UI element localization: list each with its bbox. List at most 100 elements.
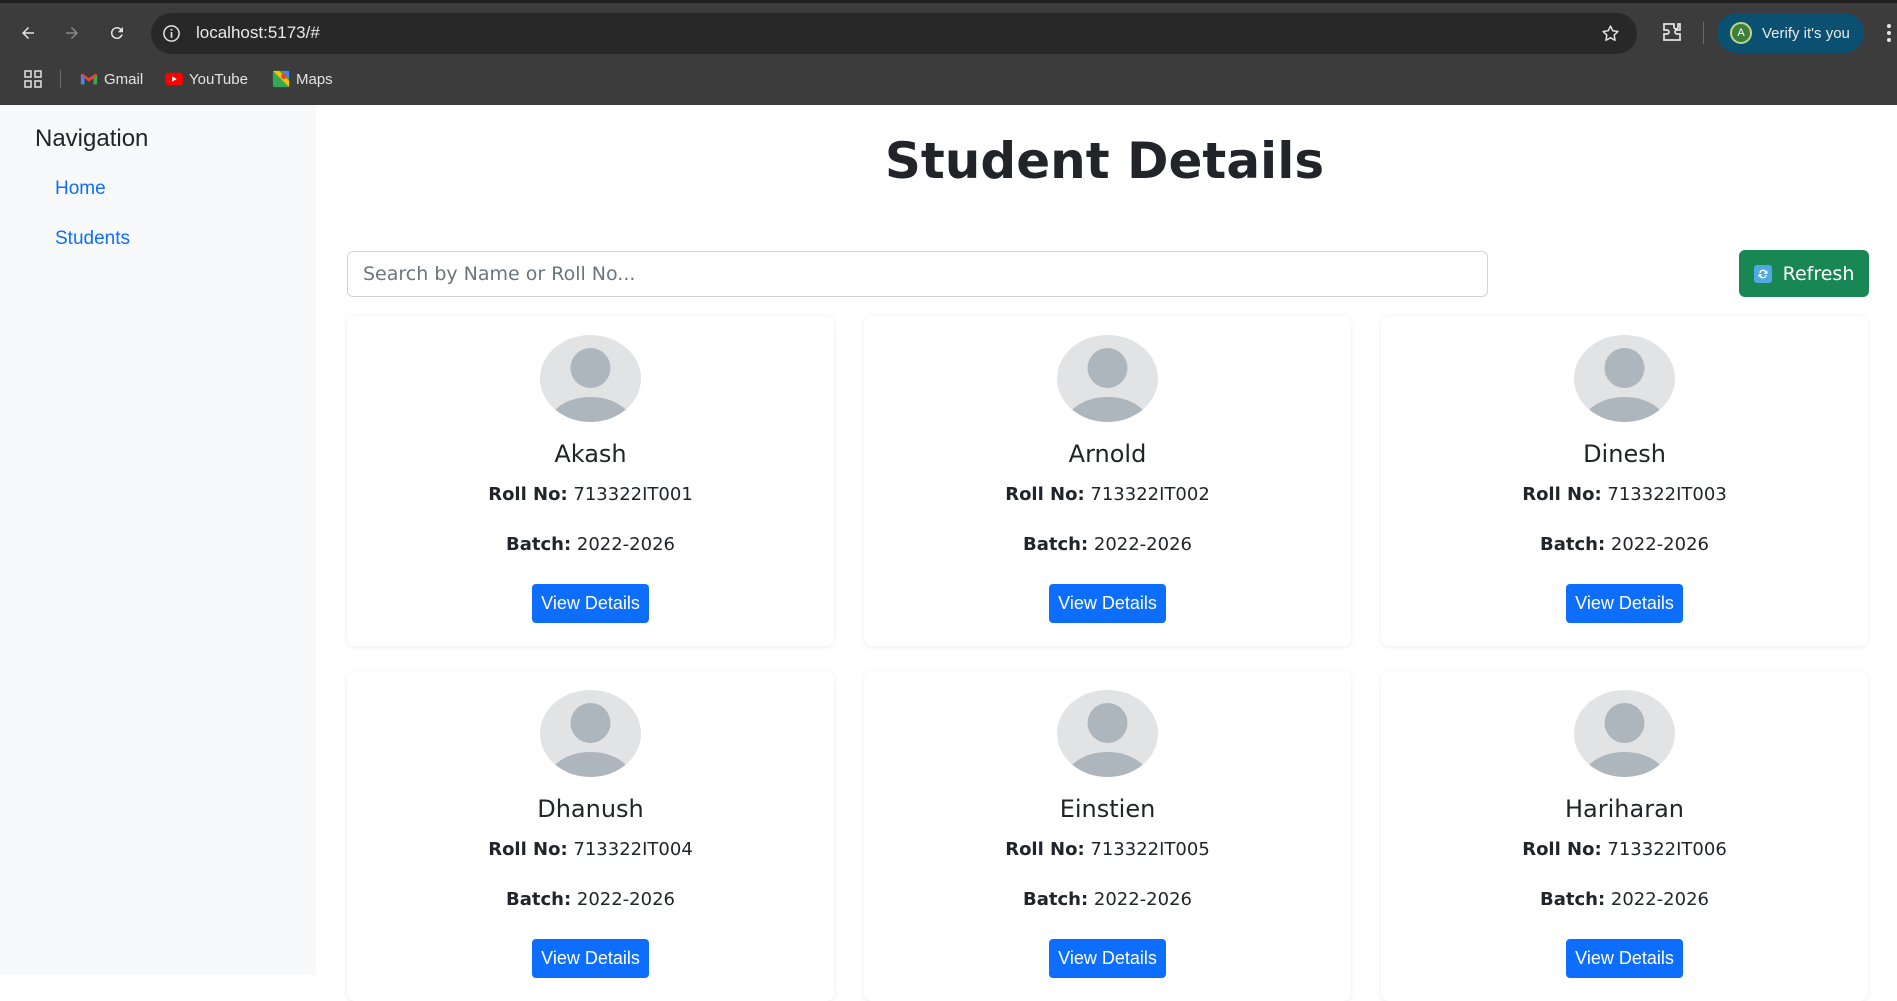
avatar: A — [1730, 22, 1752, 44]
sidebar-item-home[interactable]: Home — [55, 178, 106, 200]
bookmark-maps[interactable]: Maps — [272, 66, 333, 92]
bookmark-gmail[interactable]: Gmail — [80, 66, 143, 92]
extensions-icon[interactable] — [1660, 20, 1684, 44]
batch-label: Batch: — [505, 889, 572, 910]
avatar-placeholder-icon — [1057, 335, 1158, 422]
student-card: Hariharan Roll No: 713322IT006 Batch: 2022… — [1381, 671, 1868, 1001]
batch-value: 2022-2026 — [576, 889, 675, 910]
reload-button[interactable] — [104, 20, 130, 46]
batch-value: 2022-2026 — [1093, 534, 1192, 555]
profile-label: Verify it's you — [1762, 24, 1850, 42]
reload-icon — [110, 27, 123, 40]
batch-label: Batch: — [1539, 889, 1606, 910]
bookmark-label: Maps — [296, 70, 333, 88]
address-bar[interactable]: localhost:5173/# — [151, 13, 1637, 54]
student-roll: Roll No: 713322IT004 — [347, 839, 834, 860]
youtube-icon — [165, 72, 183, 86]
bookmark-label: Gmail — [104, 70, 144, 88]
student-card: Einstien Roll No: 713322IT005 Batch: 2022-… — [864, 671, 1351, 1001]
avatar-placeholder-icon — [540, 690, 641, 777]
view-details-button[interactable]: View Details — [1566, 584, 1683, 623]
bookmarks-divider — [60, 70, 61, 88]
student-name: Akash — [554, 440, 627, 468]
site-info-icon[interactable] — [162, 24, 181, 43]
bookmark-star-icon[interactable] — [1600, 23, 1621, 44]
apps-grid-icon[interactable] — [23, 69, 43, 89]
student-roll: Roll No: 713322IT002 — [864, 484, 1351, 505]
student-name: Hariharan — [1565, 795, 1684, 823]
student-batch: Batch: 2022-2026 — [864, 889, 1351, 910]
roll-label: Roll No: — [488, 839, 568, 860]
avatar-placeholder-icon — [1057, 690, 1158, 777]
bookmark-youtube[interactable]: YouTube — [165, 66, 248, 92]
student-batch: Batch: 2022-2026 — [347, 534, 834, 555]
forward-button[interactable] — [59, 20, 85, 46]
batch-label: Batch: — [505, 534, 572, 555]
student-batch: Batch: 2022-2026 — [1381, 889, 1868, 910]
gmail-icon — [80, 73, 98, 85]
view-details-button[interactable]: View Details — [1049, 939, 1166, 978]
student-batch: Batch: 2022-2026 — [864, 534, 1351, 555]
refresh-label: Refresh — [1782, 262, 1855, 285]
student-batch: Batch: 2022-2026 — [1381, 534, 1868, 555]
student-name: Dinesh — [1583, 440, 1666, 468]
avatar-placeholder-icon — [540, 335, 641, 422]
student-card: Dinesh Roll No: 713322IT003 Batch: 2022-20… — [1381, 316, 1868, 646]
roll-label: Roll No: — [488, 484, 568, 505]
student-card: Akash Roll No: 713322IT001 Batch: 2022-202… — [347, 316, 834, 646]
more-menu-icon[interactable] — [1884, 20, 1894, 46]
maps-icon — [272, 70, 290, 88]
refresh-icon — [1753, 264, 1772, 283]
view-details-button[interactable]: View Details — [532, 584, 649, 623]
roll-value: 713322IT001 — [573, 484, 693, 505]
batch-label: Batch: — [1022, 534, 1089, 555]
sidebar: Navigation Home Students — [0, 105, 316, 975]
student-batch: Batch: 2022-2026 — [347, 889, 834, 910]
student-roll: Roll No: 713322IT005 — [864, 839, 1351, 860]
student-card: Dhanush Roll No: 713322IT004 Batch: 2022-2… — [347, 671, 834, 1001]
url-text[interactable]: localhost:5173/# — [196, 23, 320, 43]
main-content: Student Details Refresh Akash Roll No: 71… — [316, 105, 1897, 1001]
view-details-button[interactable]: View Details — [1049, 584, 1166, 623]
student-name: Dhanush — [537, 795, 644, 823]
student-name: Arnold — [1068, 440, 1147, 468]
batch-value: 2022-2026 — [1610, 889, 1709, 910]
student-roll: Roll No: 713322IT003 — [1381, 484, 1868, 505]
roll-value: 713322IT006 — [1607, 839, 1727, 860]
bookmarks-bar: Gmail YouTube Maps — [0, 66, 1897, 94]
roll-value: 713322IT005 — [1090, 839, 1210, 860]
browser-chrome: localhost:5173/# A Verify it's you Gmail — [0, 0, 1897, 105]
toolbar-divider — [1703, 22, 1704, 44]
batch-label: Batch: — [1022, 889, 1089, 910]
batch-value: 2022-2026 — [1093, 889, 1192, 910]
roll-label: Roll No: — [1522, 484, 1602, 505]
roll-value: 713322IT004 — [573, 839, 693, 860]
batch-value: 2022-2026 — [1610, 534, 1709, 555]
refresh-button[interactable]: Refresh — [1739, 250, 1869, 297]
student-roll: Roll No: 713322IT006 — [1381, 839, 1868, 860]
page-viewport: Navigation Home Students Student Details… — [0, 105, 1897, 1001]
batch-value: 2022-2026 — [576, 534, 675, 555]
page-title: Student Details — [316, 132, 1897, 190]
view-details-button[interactable]: View Details — [1566, 939, 1683, 978]
sidebar-title: Navigation — [35, 125, 149, 152]
page-title-text: Student Details — [884, 132, 1325, 190]
back-button[interactable] — [15, 20, 41, 46]
batch-label: Batch: — [1539, 534, 1606, 555]
tab-strip — [0, 0, 1897, 3]
roll-value: 713322IT003 — [1607, 484, 1727, 505]
roll-label: Roll No: — [1005, 484, 1085, 505]
profile-button[interactable]: A Verify it's you — [1717, 13, 1864, 53]
roll-label: Roll No: — [1005, 839, 1085, 860]
bookmark-label: YouTube — [189, 70, 248, 88]
back-arrow-icon — [22, 27, 34, 39]
avatar-placeholder-icon — [1574, 690, 1675, 777]
avatar-placeholder-icon — [1574, 335, 1675, 422]
student-card: Arnold Roll No: 713322IT002 Batch: 2022-20… — [864, 316, 1351, 646]
forward-arrow-icon — [66, 27, 78, 39]
student-roll: Roll No: 713322IT001 — [347, 484, 834, 505]
search-input[interactable] — [347, 251, 1488, 297]
roll-value: 713322IT002 — [1090, 484, 1210, 505]
sidebar-item-students[interactable]: Students — [55, 228, 130, 250]
view-details-button[interactable]: View Details — [532, 939, 649, 978]
